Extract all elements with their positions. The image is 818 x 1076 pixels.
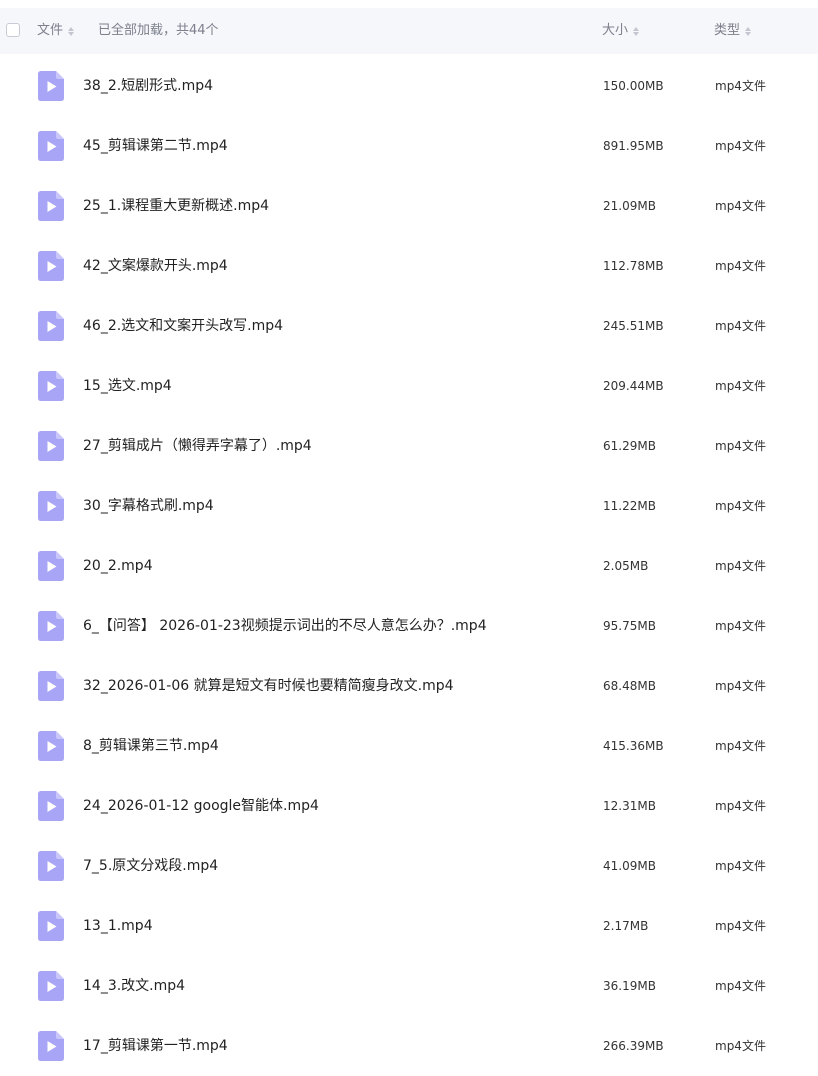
file-size: 2.17MB bbox=[603, 919, 649, 933]
file-type: mp4文件 bbox=[715, 499, 766, 513]
file-size: 150.00MB bbox=[603, 79, 664, 93]
video-file-icon bbox=[38, 371, 64, 401]
file-size: 245.51MB bbox=[603, 319, 664, 333]
file-name[interactable]: 20_2.mp4 bbox=[83, 557, 153, 575]
load-status-text: 已全部加载，共44个 bbox=[98, 23, 219, 38]
video-file-icon bbox=[38, 911, 64, 941]
file-name[interactable]: 7_5.原文分戏段.mp4 bbox=[83, 857, 218, 875]
file-row[interactable]: 6_【问答】 2026-01-23视频提示词出的不尽人意怎么办？.mp4 95.7… bbox=[0, 596, 818, 656]
file-name[interactable]: 14_3.改文.mp4 bbox=[83, 977, 185, 995]
file-type: mp4文件 bbox=[715, 1039, 766, 1053]
file-name[interactable]: 27_剪辑成片（懒得弄字幕了）.mp4 bbox=[83, 437, 312, 455]
video-file-icon bbox=[38, 851, 64, 881]
column-header-type-label: 类型 bbox=[714, 23, 741, 38]
file-name[interactable]: 38_2.短剧形式.mp4 bbox=[83, 77, 213, 95]
file-name[interactable]: 8_剪辑课第三节.mp4 bbox=[83, 737, 219, 755]
video-file-icon bbox=[38, 731, 64, 761]
sort-icon[interactable] bbox=[633, 26, 640, 36]
video-file-icon bbox=[38, 311, 64, 341]
video-file-icon bbox=[38, 251, 64, 281]
file-name[interactable]: 17_剪辑课第一节.mp4 bbox=[83, 1037, 228, 1055]
video-file-icon bbox=[38, 431, 64, 461]
file-type: mp4文件 bbox=[715, 979, 766, 993]
file-type: mp4文件 bbox=[715, 319, 766, 333]
file-size: 21.09MB bbox=[603, 199, 656, 213]
file-size: 41.09MB bbox=[603, 859, 656, 873]
file-row[interactable]: 46_2.选文和文案开头改写.mp4 245.51MB mp4文件 bbox=[0, 296, 818, 356]
file-size: 891.95MB bbox=[603, 139, 664, 153]
file-name[interactable]: 13_1.mp4 bbox=[83, 917, 153, 935]
file-name[interactable]: 42_文案爆款开头.mp4 bbox=[83, 257, 228, 275]
select-all-checkbox[interactable] bbox=[6, 23, 20, 37]
file-size: 61.29MB bbox=[603, 439, 656, 453]
video-file-icon bbox=[38, 971, 64, 1001]
file-row[interactable]: 42_文案爆款开头.mp4 112.78MB mp4文件 bbox=[0, 236, 818, 296]
file-size: 266.39MB bbox=[603, 1039, 664, 1053]
file-size: 36.19MB bbox=[603, 979, 656, 993]
file-type: mp4文件 bbox=[715, 679, 766, 693]
file-row[interactable]: 15_选文.mp4 209.44MB mp4文件 bbox=[0, 356, 818, 416]
video-file-icon bbox=[38, 551, 64, 581]
file-row[interactable]: 20_2.mp4 2.05MB mp4文件 bbox=[0, 536, 818, 596]
file-type: mp4文件 bbox=[715, 559, 766, 573]
sort-icon[interactable] bbox=[745, 26, 752, 36]
file-name[interactable]: 46_2.选文和文案开头改写.mp4 bbox=[83, 317, 283, 335]
sort-icon[interactable] bbox=[68, 26, 75, 36]
video-file-icon bbox=[38, 611, 64, 641]
file-type: mp4文件 bbox=[715, 439, 766, 453]
file-name[interactable]: 32_2026-01-06 就算是短文有时候也要精简瘦身改文.mp4 bbox=[83, 677, 454, 695]
file-size: 11.22MB bbox=[603, 499, 656, 513]
file-row[interactable]: 7_5.原文分戏段.mp4 41.09MB mp4文件 bbox=[0, 836, 818, 896]
file-name[interactable]: 25_1.课程重大更新概述.mp4 bbox=[83, 197, 269, 215]
file-type: mp4文件 bbox=[715, 199, 766, 213]
file-name[interactable]: 24_2026-01-12 google智能体.mp4 bbox=[83, 797, 319, 815]
file-list: 38_2.短剧形式.mp4 150.00MB mp4文件 45_剪辑课第二节.mp4 8… bbox=[0, 56, 818, 1076]
file-type: mp4文件 bbox=[715, 79, 766, 93]
file-size: 12.31MB bbox=[603, 799, 656, 813]
file-name[interactable]: 45_剪辑课第二节.mp4 bbox=[83, 137, 228, 155]
column-header-name[interactable]: 文件 bbox=[37, 23, 75, 39]
file-row[interactable]: 38_2.短剧形式.mp4 150.00MB mp4文件 bbox=[0, 56, 818, 116]
file-row[interactable]: 32_2026-01-06 就算是短文有时候也要精简瘦身改文.mp4 68.48M… bbox=[0, 656, 818, 716]
file-type: mp4文件 bbox=[715, 259, 766, 273]
file-row[interactable]: 14_3.改文.mp4 36.19MB mp4文件 bbox=[0, 956, 818, 1016]
file-row[interactable]: 27_剪辑成片（懒得弄字幕了）.mp4 61.29MB mp4文件 bbox=[0, 416, 818, 476]
file-type: mp4文件 bbox=[715, 919, 766, 933]
video-file-icon bbox=[38, 71, 64, 101]
file-row[interactable]: 17_剪辑课第一节.mp4 266.39MB mp4文件 bbox=[0, 1016, 818, 1076]
file-row[interactable]: 13_1.mp4 2.17MB mp4文件 bbox=[0, 896, 818, 956]
file-list-header: 文件 已全部加载，共44个 大小 类型 bbox=[0, 8, 818, 54]
file-row[interactable]: 24_2026-01-12 google智能体.mp4 12.31MB mp4文件 bbox=[0, 776, 818, 836]
video-file-icon bbox=[38, 131, 64, 161]
file-type: mp4文件 bbox=[715, 619, 766, 633]
file-row[interactable]: 25_1.课程重大更新概述.mp4 21.09MB mp4文件 bbox=[0, 176, 818, 236]
column-header-size[interactable]: 大小 bbox=[602, 23, 640, 39]
file-row[interactable]: 45_剪辑课第二节.mp4 891.95MB mp4文件 bbox=[0, 116, 818, 176]
file-type: mp4文件 bbox=[715, 859, 766, 873]
file-name[interactable]: 30_字幕格式刷.mp4 bbox=[83, 497, 214, 515]
file-size: 209.44MB bbox=[603, 379, 664, 393]
file-size: 2.05MB bbox=[603, 559, 649, 573]
file-size: 95.75MB bbox=[603, 619, 656, 633]
file-name[interactable]: 6_【问答】 2026-01-23视频提示词出的不尽人意怎么办？.mp4 bbox=[83, 617, 487, 635]
file-size: 68.48MB bbox=[603, 679, 656, 693]
file-size: 415.36MB bbox=[603, 739, 664, 753]
file-type: mp4文件 bbox=[715, 799, 766, 813]
video-file-icon bbox=[38, 1031, 64, 1061]
file-row[interactable]: 30_字幕格式刷.mp4 11.22MB mp4文件 bbox=[0, 476, 818, 536]
video-file-icon bbox=[38, 791, 64, 821]
file-type: mp4文件 bbox=[715, 739, 766, 753]
column-header-type[interactable]: 类型 bbox=[714, 23, 752, 39]
column-header-size-label: 大小 bbox=[602, 23, 629, 38]
file-type: mp4文件 bbox=[715, 139, 766, 153]
file-type: mp4文件 bbox=[715, 379, 766, 393]
video-file-icon bbox=[38, 191, 64, 221]
video-file-icon bbox=[38, 491, 64, 521]
video-file-icon bbox=[38, 671, 64, 701]
column-header-name-label: 文件 bbox=[37, 23, 64, 38]
file-size: 112.78MB bbox=[603, 259, 664, 273]
file-name[interactable]: 15_选文.mp4 bbox=[83, 377, 172, 395]
file-row[interactable]: 8_剪辑课第三节.mp4 415.36MB mp4文件 bbox=[0, 716, 818, 776]
